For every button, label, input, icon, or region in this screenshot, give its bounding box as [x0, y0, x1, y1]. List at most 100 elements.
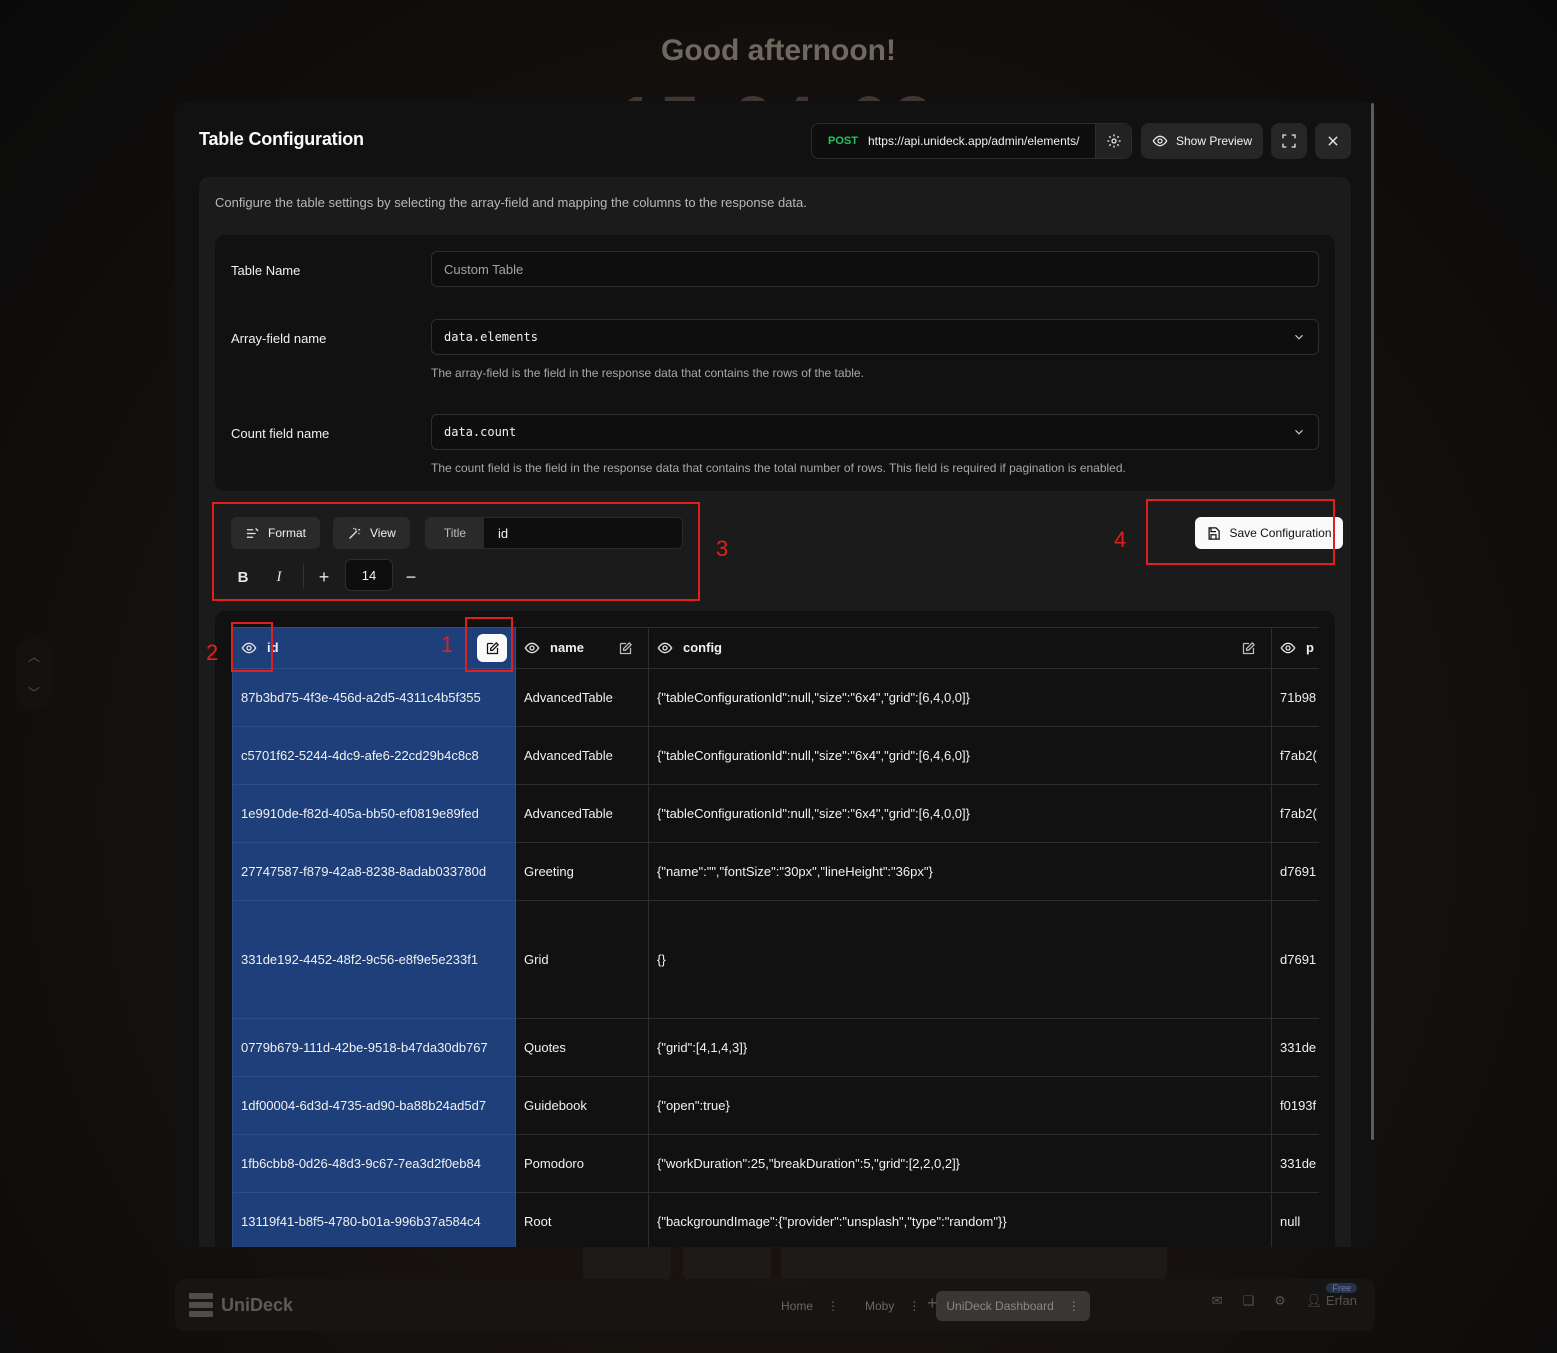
dock-actions: ✉ ❏ ⚙ 👤︎ Erfan — [1212, 1293, 1357, 1309]
table-row[interactable]: 1fb6cbb8-0d26-48d3-9c67-7ea3d2f0eb84 Pomo… — [232, 1134, 1319, 1193]
show-preview-button[interactable]: Show Preview — [1141, 123, 1263, 159]
count-field-value: data.count — [444, 425, 517, 439]
table-cell-p: null — [1271, 1192, 1319, 1247]
modal-title: Table Configuration — [199, 129, 364, 149]
edit-icon — [1242, 641, 1255, 654]
bottom-dock: UniDeck Home ⋮ Moby ⋮ UniDeck Dashboard ⋮ +… — [175, 1279, 1375, 1331]
column-header-label: config — [683, 640, 722, 655]
table-name-input[interactable]: Custom Table — [431, 251, 1319, 287]
user-name: Erfan — [1325, 1293, 1357, 1308]
table-row[interactable]: 1e9910de-f82d-405a-bb50-ef0819e89fed Adva… — [232, 784, 1319, 843]
table-cell-id: 1e9910de-f82d-405a-bb50-ef0819e89fed — [232, 784, 516, 843]
annotation-label-3: 3 — [716, 536, 729, 561]
table-cell-p: 331de e8f9e5 — [1271, 1018, 1319, 1077]
table-cell-p: f7ab2( a047-8 — [1271, 784, 1319, 843]
table-cell-name: AdvancedTable — [515, 726, 649, 785]
column-header-label: name — [550, 640, 584, 655]
dock-tab-label: Home — [781, 1299, 814, 1313]
table-cell-config: {} — [648, 900, 1272, 1019]
modal-scrollbar[interactable] — [1371, 103, 1374, 1140]
show-preview-label: Show Preview — [1175, 134, 1253, 148]
background-widget — [683, 1244, 771, 1280]
count-field-help: The count field is the field in the resp… — [431, 461, 1126, 475]
eye-icon[interactable] — [1280, 640, 1296, 656]
array-field-value: data.elements — [444, 330, 538, 344]
table-cell-config: {"tableConfigurationId":null,"size":"6x4… — [648, 726, 1272, 785]
table-cell-name: Pomodoro — [515, 1134, 649, 1193]
chevron-down-icon — [1295, 429, 1303, 435]
table-cell-name: Guidebook — [515, 1076, 649, 1135]
expand-icon — [1282, 134, 1296, 148]
http-method: POST — [828, 135, 858, 147]
background-widget — [583, 1244, 671, 1280]
column-header-p[interactable]: p — [1271, 627, 1319, 669]
table-row[interactable]: 331de192-4452-48f2-9c56-e8f9e5e233f1 Grid… — [232, 900, 1319, 1019]
endpoint-url: https://api.unideck.app/admin/elements/ — [867, 134, 1080, 148]
edit-column-button[interactable] — [610, 634, 640, 662]
table-cell-p: f0193f e54d-4 — [1271, 1076, 1319, 1135]
eye-icon[interactable] — [657, 640, 673, 656]
table-settings-form: Table Name Custom Table Array-field name… — [215, 235, 1335, 491]
edit-icon — [619, 641, 632, 654]
more-vertical-icon[interactable]: ⋮ — [827, 1299, 839, 1313]
dock-tab-label: UniDeck Dashboard — [946, 1299, 1054, 1313]
array-field-select[interactable]: data.elements — [431, 319, 1319, 355]
endpoint-settings-button[interactable] — [1095, 124, 1131, 158]
user-menu[interactable]: 👤︎ Erfan — [1306, 1293, 1357, 1309]
background-widget — [781, 1244, 1167, 1280]
table-cell-config: {"grid":[4,1,4,3]} — [648, 1018, 1272, 1077]
close-button[interactable] — [1315, 123, 1351, 159]
table-cell-name: Greeting — [515, 842, 649, 901]
annotation-label-2: 2 — [206, 640, 219, 665]
annotation-label-4: 4 — [1114, 527, 1127, 552]
book-icon[interactable]: ❏ — [1242, 1293, 1254, 1309]
chevron-down-icon[interactable]: ﹀ — [28, 684, 40, 701]
table-cell-config: {"open":true} — [648, 1076, 1272, 1135]
fullscreen-button[interactable] — [1271, 123, 1307, 159]
mail-icon[interactable]: ✉ — [1212, 1293, 1223, 1309]
column-header-name[interactable]: name — [515, 627, 649, 669]
unideck-logo-icon — [189, 1293, 213, 1317]
table-cell-p: f7ab2( a047-8 — [1271, 726, 1319, 785]
table-row[interactable]: 87b3bd75-4f3e-456d-a2d5-4311c4b5f355 Adva… — [232, 668, 1319, 727]
dock-tab-home[interactable]: Home ⋮ — [771, 1291, 849, 1321]
table-cell-name: AdvancedTable — [515, 668, 649, 727]
add-tab-button[interactable]: + — [927, 1293, 938, 1314]
annotation-label-1: 1 — [441, 632, 454, 657]
eye-icon — [1152, 135, 1168, 147]
table-cell-id: 1fb6cbb8-0d26-48d3-9c67-7ea3d2f0eb84 — [232, 1134, 516, 1193]
table-row[interactable]: 0779b679-111d-42be-9518-b47da30db767 Quot… — [232, 1018, 1319, 1077]
eye-icon[interactable] — [524, 640, 540, 656]
close-icon — [1328, 136, 1338, 146]
table-name-placeholder: Custom Table — [444, 261, 524, 277]
table-cell-id: 13119f41-b8f5-4780-b01a-996b37a584c4 — [232, 1192, 516, 1247]
annotation-box-4 — [1146, 499, 1335, 565]
table-cell-name: Quotes — [515, 1018, 649, 1077]
dock-tab-moby[interactable]: Moby ⋮ — [855, 1291, 930, 1321]
more-vertical-icon[interactable]: ⋮ — [908, 1299, 920, 1313]
table-row[interactable]: 13119f41-b8f5-4780-b01a-996b37a584c4 Root… — [232, 1192, 1319, 1247]
table-row[interactable]: 1df00004-6d3d-4735-ad90-ba88b24ad5d7 Guid… — [232, 1076, 1319, 1135]
count-field-label: Count field name — [231, 426, 330, 441]
table-cell-config: {"tableConfigurationId":null,"size":"6x4… — [648, 668, 1272, 727]
edit-column-button[interactable] — [1233, 634, 1263, 662]
plan-badge: Free — [1326, 1283, 1357, 1293]
chevron-up-icon[interactable]: ︿ — [28, 648, 40, 665]
count-field-select[interactable]: data.count — [431, 414, 1319, 450]
brand-name: UniDeck — [221, 1294, 294, 1315]
table-cell-id: 331de192-4452-48f2-9c56-e8f9e5e233f1 — [232, 900, 516, 1019]
table-cell-config: {"workDuration":25,"breakDuration":5,"gr… — [648, 1134, 1272, 1193]
more-vertical-icon[interactable]: ⋮ — [1068, 1299, 1080, 1313]
dock-tab-unideck-dashboard[interactable]: UniDeck Dashboard ⋮ — [936, 1291, 1090, 1321]
table-cell-id: 0779b679-111d-42be-9518-b47da30db767 — [232, 1018, 516, 1077]
settings-icon[interactable]: ⚙ — [1274, 1293, 1286, 1309]
columns-table-container: id name config p 87b3bd75-4f3e-456d-a2d5… — [232, 627, 1319, 1247]
table-header-row: id name config p — [232, 627, 1319, 669]
column-header-config[interactable]: config — [648, 627, 1272, 669]
page-pager[interactable]: ︿ ﹀ — [16, 638, 52, 710]
table-row[interactable]: c5701f62-5244-4dc9-afe6-22cd29b4c8c8 Adva… — [232, 726, 1319, 785]
brand-logo[interactable]: UniDeck — [189, 1293, 293, 1317]
table-cell-id: 27747587-f879-42a8-8238-8adab033780d — [232, 842, 516, 901]
table-row[interactable]: 27747587-f879-42a8-8238-8adab033780d Gree… — [232, 842, 1319, 901]
array-field-help: The array-field is the field in the resp… — [431, 366, 864, 380]
